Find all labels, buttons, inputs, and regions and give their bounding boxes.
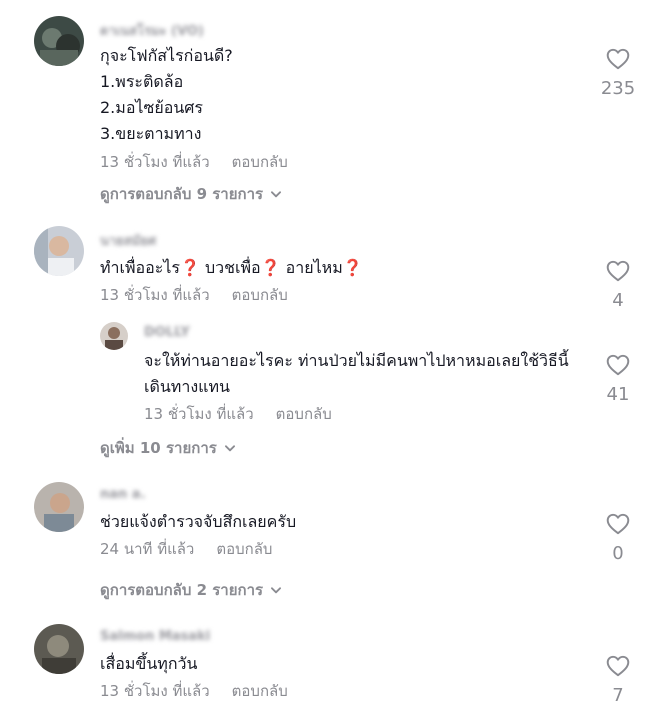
comment-line: กุจะโฟกัสไรก่อนดี? — [100, 46, 233, 65]
view-more-label: ดูเพิ่ม 10 รายการ — [100, 439, 217, 457]
comment-meta: 13 ชั่วโมง ที่แล้ว ตอบกลับ — [100, 150, 288, 174]
comment-text: กุจะโฟกัสไรก่อนดี? 1.พระติดล้อ 2.มอไซย้อ… — [100, 43, 233, 147]
reply-line: จะให้ท่านอายอะไรคะ ท่านป่วยไม่มีคนพาไปหา… — [144, 351, 569, 370]
view-replies-button[interactable]: ดูการตอบกลับ 2 รายการ — [100, 578, 283, 602]
heart-icon[interactable] — [605, 511, 631, 537]
chevron-down-icon — [269, 583, 283, 597]
like-count: 235 — [600, 78, 636, 99]
comment-meta: 13 ชั่วโมง ที่แล้ว ตอบกลับ — [100, 283, 288, 307]
reply-button[interactable]: ตอบกลับ — [232, 682, 288, 700]
avatar[interactable] — [100, 322, 128, 350]
like-count: 4 — [612, 290, 624, 311]
comment-timestamp: 13 ชั่วโมง ที่แล้ว — [100, 153, 210, 171]
avatar[interactable] — [34, 482, 84, 532]
comment-text-part: ทำเพื่ออะไร — [100, 258, 180, 277]
comment-text: เสื่อมขึ้นทุกวัน — [100, 654, 198, 673]
reply-meta: 13 ชั่วโมง ที่แล้ว ตอบกลับ — [144, 402, 332, 426]
like-count: 7 — [612, 685, 624, 706]
reply-button[interactable]: ตอบกลับ — [232, 153, 288, 171]
like-count: 41 — [606, 384, 630, 405]
like-button[interactable]: 4 — [588, 258, 648, 311]
comment-meta: 13 ชั่วโมง ที่แล้ว ตอบกลับ — [100, 679, 288, 703]
like-button[interactable]: 7 — [588, 653, 648, 706]
reply-button[interactable]: ตอบกลับ — [232, 286, 288, 304]
comment-text-part: บวชเพื่อ — [199, 258, 261, 277]
view-replies-label: ดูการตอบกลับ 9 รายการ — [100, 185, 264, 203]
heart-icon[interactable] — [605, 653, 631, 679]
avatar[interactable] — [34, 16, 84, 66]
comment-line: 1.พระติดล้อ — [100, 72, 184, 91]
like-button[interactable]: 41 — [588, 352, 648, 405]
comment-username[interactable]: ดาเนสโรมะ (VO) — [100, 20, 204, 41]
reply-button[interactable]: ตอบกลับ — [276, 405, 332, 423]
heart-icon[interactable] — [605, 46, 631, 72]
heart-icon[interactable] — [605, 258, 631, 284]
chevron-down-icon — [269, 187, 283, 201]
reply-button[interactable]: ตอบกลับ — [216, 540, 272, 558]
view-more-button[interactable]: ดูเพิ่ม 10 รายการ — [100, 436, 237, 460]
comment-username[interactable]: nan a. — [100, 487, 146, 502]
view-replies-button[interactable]: ดูการตอบกลับ 9 รายการ — [100, 182, 283, 206]
reply-text: จะให้ท่านอายอะไรคะ ท่านป่วยไม่มีคนพาไปหา… — [144, 348, 569, 400]
comment-text: ช่วยแจ้งตำรวจจับสึกเลยครับ — [100, 512, 297, 531]
comment-timestamp: 24 นาที ที่แล้ว — [100, 540, 195, 558]
like-button[interactable]: 235 — [588, 46, 648, 99]
comment-timestamp: 13 ชั่วโมง ที่แล้ว — [100, 682, 210, 700]
reply-username[interactable]: DOLLY — [144, 325, 190, 340]
question-mark-icon: ❓ — [342, 258, 363, 277]
question-mark-icon: ❓ — [260, 258, 281, 277]
comment-meta: 24 นาที ที่แล้ว ตอบกลับ — [100, 537, 272, 561]
comment-text: ทำเพื่ออะไร❓ บวชเพื่อ❓ อายไหม❓ — [100, 255, 363, 281]
comment-text-part: อายไหม — [280, 258, 343, 277]
comment-username[interactable]: Salmon Masaki — [100, 629, 210, 644]
reply-line: เดินทางแทน — [144, 377, 230, 396]
comment-line: 2.มอไซย้อนศร — [100, 98, 203, 117]
view-replies-label: ดูการตอบกลับ 2 รายการ — [100, 581, 264, 599]
reply-timestamp: 13 ชั่วโมง ที่แล้ว — [144, 405, 254, 423]
comment-timestamp: 13 ชั่วโมง ที่แล้ว — [100, 286, 210, 304]
like-button[interactable]: 0 — [588, 511, 648, 564]
avatar[interactable] — [34, 226, 84, 276]
heart-icon[interactable] — [605, 352, 631, 378]
chevron-down-icon — [223, 441, 237, 455]
comment-username[interactable]: นายสมัยศ — [100, 230, 156, 251]
avatar[interactable] — [34, 624, 84, 674]
like-count: 0 — [612, 543, 624, 564]
comment-line: 3.ขยะตามทาง — [100, 124, 202, 143]
question-mark-icon: ❓ — [180, 258, 200, 277]
